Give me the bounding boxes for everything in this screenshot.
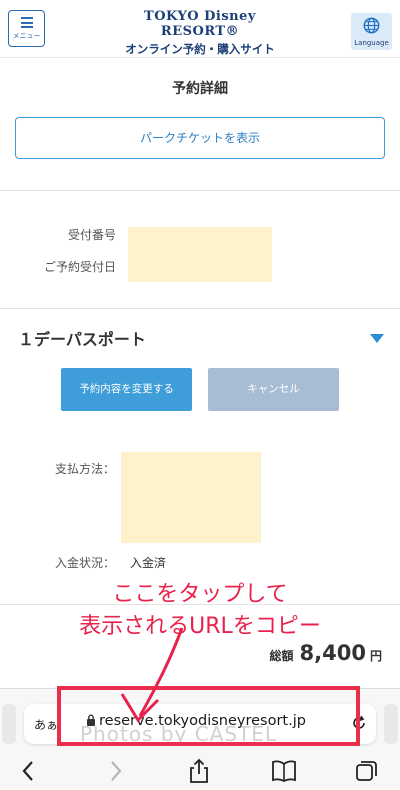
share-icon[interactable]	[186, 758, 212, 784]
forward-icon[interactable]	[102, 758, 128, 784]
annotation-arrow-icon	[120, 627, 184, 723]
bookmarks-icon[interactable]	[271, 758, 297, 784]
tabs-icon[interactable]	[354, 758, 380, 784]
back-icon[interactable]	[16, 758, 42, 784]
